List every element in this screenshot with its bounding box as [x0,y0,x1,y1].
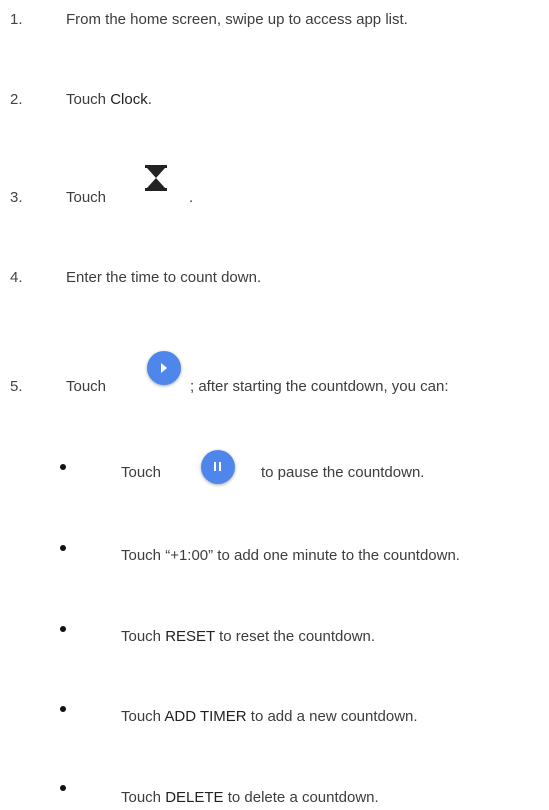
bullet-text-post: to delete a countdown. [223,789,379,806]
step-text-post: . [189,189,194,206]
step-text-pre: Touch [66,378,107,395]
step-text-post: ; after starting the countdown, you can: [190,378,449,395]
bullet-text: Touch “+1:00” to add one minute to the c… [121,547,460,564]
bullet-dot [60,464,66,470]
ui-term-clock: Clock [110,91,148,108]
bullet-dot [60,626,66,632]
ui-term-delete: DELETE [165,789,224,806]
step-number: 3. [10,189,23,206]
step-number: 1. [10,11,23,28]
bullet-text-pre: Touch [121,464,162,481]
step-text-post: . [147,91,152,108]
step-text: Enter the time to count down. [66,269,262,286]
bullet-dot [60,785,66,791]
ui-term-reset: RESET [165,628,215,645]
bullet-text: Touch RESET to reset the countdown. [121,628,375,646]
play-button-icon [147,351,181,385]
bullet-dot [60,706,66,712]
bullet-text-post: to pause the countdown. [261,464,425,481]
pause-button-icon [201,450,235,484]
bullet-text-post: to add a new countdown. [246,708,418,725]
pause-bar-right [219,462,221,471]
step-text-pre: Touch [66,91,111,108]
bullet-text: Touch DELETE to delete a countdown. [121,789,379,807]
step-text: Touch Clock. [66,91,152,109]
bullet-text-pre: Touch [121,789,166,806]
bullet-dot [60,545,66,551]
bullet-text-pre: Touch [121,708,165,725]
bullet-text-post: to reset the countdown. [214,628,376,645]
bullet-text-pre: Touch [121,628,166,645]
hourglass-icon [145,165,167,196]
step-number: 4. [10,269,23,286]
step-text-pre: Touch [66,189,107,206]
play-triangle [161,363,167,373]
step-number: 5. [10,378,23,395]
step-number: 2. [10,91,23,108]
bullet-text: Touch ADD TIMER to add a new countdown. [121,708,418,726]
step-text: From the home screen, swipe up to access… [66,11,408,28]
pause-bar-left [214,462,216,471]
ui-term-add-timer: ADD TIMER [164,708,247,725]
